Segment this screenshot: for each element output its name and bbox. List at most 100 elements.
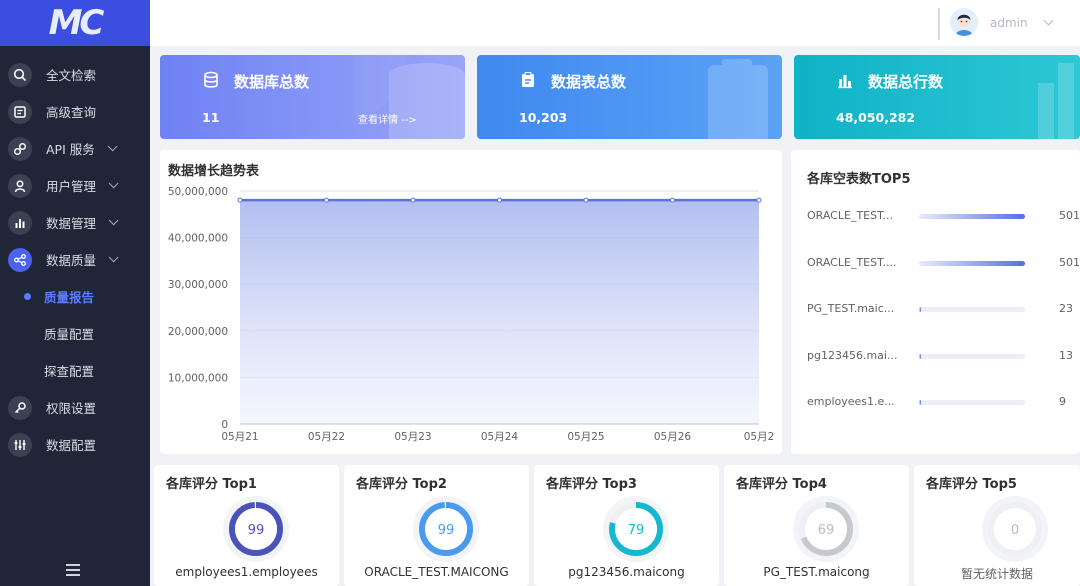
logo-text: MC (48, 3, 105, 43)
data-point[interactable] (410, 197, 416, 203)
empty-table-top5-panel: 各库空表数TOP5 ORACLE_TEST... 5010ORACLE_TEST… (791, 150, 1080, 454)
search-icon (8, 62, 32, 87)
progress-track (919, 400, 1025, 405)
logo[interactable]: MC (0, 0, 150, 46)
top5-name: employees1.e... (807, 395, 895, 408)
x-tick-label: 05月24 (481, 431, 519, 443)
sidebar-item-label: 高级查询 (46, 105, 97, 120)
x-tick-label: 05月21 (221, 431, 258, 443)
chevron-down-icon (107, 141, 118, 152)
stat-title: 数据库总数 (234, 73, 310, 91)
sliders-icon (8, 432, 32, 457)
trend-chart-panel: 数据增长趋势表 50,000,000 40,000,000 30,000,000 20… (160, 150, 782, 454)
sidebar-subitem-label: 质量报告 (44, 290, 95, 305)
trend-chart: 50,000,000 40,000,000 30,000,000 20,000,000… (168, 186, 775, 443)
top5-row: pg123456.mai... 13 (807, 347, 1080, 367)
username[interactable]: admin (990, 16, 1028, 30)
progress-fill (919, 260, 1025, 266)
sidebar-item-user-management[interactable]: 用户管理 (0, 167, 150, 204)
sidebar-item-data-management[interactable]: 数据管理 (0, 204, 150, 241)
stat-value: 10,203 (519, 110, 568, 125)
top5-value: 5010 (1059, 209, 1080, 222)
progress-track (919, 260, 1025, 266)
sidebar-item-fulltext-search[interactable]: 全文检索 (0, 56, 150, 93)
score-gauge: 79 (603, 496, 669, 562)
x-tick-label: 05月26 (654, 431, 692, 443)
key-icon (8, 395, 32, 420)
score-value: 0 (1011, 523, 1019, 538)
active-dot (24, 293, 31, 300)
sidebar-subitem-label: 探查配置 (44, 364, 95, 379)
x-tick-label: 05月2 (744, 431, 775, 443)
sidebar-subitem-quality-report[interactable]: 质量报告 (0, 278, 150, 315)
progress-fill (919, 214, 1025, 219)
database-icon (202, 71, 220, 89)
x-tick-label: 05月23 (394, 431, 431, 443)
x-tick-label: 05月25 (567, 431, 604, 443)
y-tick-label: 40,000,000 (168, 233, 228, 245)
sidebar-subitem-label: 质量配置 (44, 327, 95, 342)
sidebar-item-permission-settings[interactable]: 权限设置 (0, 389, 150, 426)
sidebar-item-advanced-query[interactable]: 高级查询 (0, 93, 150, 130)
data-point[interactable] (670, 197, 675, 203)
top5-row: ORACLE_TEST... 5010 (807, 207, 1080, 227)
score-db-name: PG_TEST.maicong (763, 565, 870, 579)
chevron-down-icon (108, 178, 119, 189)
score-card: 各库评分 Top1 99 employees1.employees (154, 465, 339, 586)
sidebar-item-data-config[interactable]: 数据配置 (0, 426, 150, 463)
avatar[interactable] (950, 8, 978, 36)
score-card-title: 各库评分 Top5 (926, 477, 1017, 492)
score-gauge: 0 (982, 496, 1048, 562)
data-point[interactable] (497, 197, 502, 203)
data-point[interactable] (583, 197, 589, 203)
score-db-name: pg123456.maicong (568, 565, 685, 579)
score-value: 79 (628, 523, 645, 538)
stat-value: 48,050,282 (836, 110, 916, 125)
sidebar-item-api-service[interactable]: API 服务 (0, 130, 150, 167)
data-point[interactable] (237, 197, 243, 203)
y-tick-label: 0 (221, 419, 228, 431)
sidebar-item-data-quality[interactable]: 数据质量 (0, 241, 150, 278)
data-point[interactable] (324, 197, 329, 203)
progress-fill (919, 353, 922, 359)
sidebar-item-label: 数据配置 (46, 438, 97, 453)
sidebar-subitem-quality-config[interactable]: 质量配置 (0, 315, 150, 352)
stat-card-db-count: 数据库总数 11 查看详情 --> (160, 55, 465, 139)
menu-collapse-icon[interactable] (66, 564, 80, 576)
bar-chart-icon (836, 71, 854, 89)
y-tick-label: 50,000,000 (168, 186, 228, 198)
top5-row: PG_TEST.maic... 23 (807, 300, 1080, 320)
chevron-down-icon[interactable] (1043, 15, 1054, 26)
top5-row: ORACLE_TEST.... 5010 (807, 254, 1080, 274)
score-card-title: 各库评分 Top1 (166, 477, 257, 492)
progress-fill (919, 400, 922, 405)
top5-name: PG_TEST.maic... (807, 302, 895, 315)
x-tick-label: 05月22 (308, 431, 345, 443)
stat-card-row-count: 数据总行数 48,050,282 (794, 55, 1080, 139)
data-point[interactable] (756, 197, 762, 203)
top5-name: pg123456.mai... (807, 348, 898, 362)
score-gauge: 99 (413, 496, 479, 562)
view-details-link[interactable]: 查看详情 --> (358, 111, 417, 126)
sidebar-item-label: API 服务 (46, 142, 95, 157)
sidebar-subitem-probe-config[interactable]: 探查配置 (0, 352, 150, 389)
score-card: 各库评分 Top5 0 暂无统计数据 (914, 465, 1080, 586)
score-value: 99 (438, 523, 455, 538)
top5-row: employees1.e... 9 (807, 393, 1080, 413)
score-card-title: 各库评分 Top4 (736, 477, 827, 492)
score-value: 99 (248, 523, 265, 538)
y-tick-label: 10,000,000 (168, 372, 228, 384)
progress-fill (919, 307, 922, 312)
top5-name: ORACLE_TEST.... (807, 255, 897, 269)
score-db-name: employees1.employees (175, 565, 318, 579)
header-divider (938, 8, 940, 40)
chevron-down-icon (108, 215, 119, 226)
stat-title: 数据表总数 (551, 73, 627, 91)
score-db-name: 暂无统计数据 (960, 567, 1033, 581)
sidebar-item-label: 权限设置 (46, 401, 97, 416)
score-gauge: 69 (793, 496, 859, 562)
score-gauge: 99 (223, 496, 289, 562)
top5-name: ORACLE_TEST... (807, 209, 894, 222)
share-icon (8, 247, 32, 272)
score-card-title: 各库评分 Top3 (546, 477, 637, 492)
